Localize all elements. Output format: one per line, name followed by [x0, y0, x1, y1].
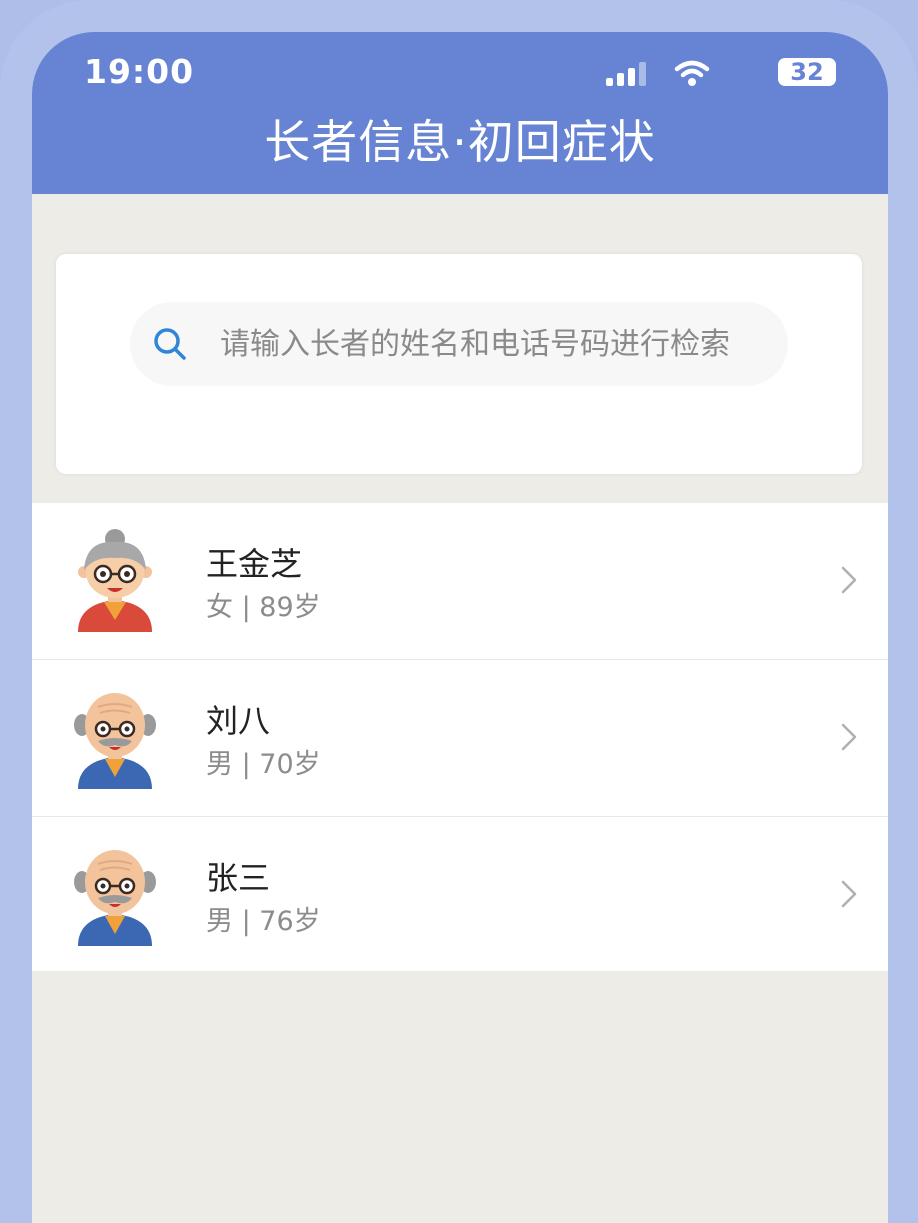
page-title: 长者信息·初回症状 [264, 115, 656, 169]
elder-item[interactable]: 张三 男 | 76岁 [32, 817, 888, 971]
app-header: 19:00 32 长者信息·初回症状 [32, 32, 888, 194]
device-frame: 19:00 32 长者信息·初回症状 请输入长者的姓名和电话号码进行检索 王金芝… [0, 0, 918, 1223]
elder-item[interactable]: 刘八 男 | 70岁 [32, 660, 888, 817]
grandmother-avatar [78, 529, 152, 632]
wifi-icon [674, 60, 710, 86]
chevron-right-icon [841, 566, 857, 594]
elder-list: 王金芝 女 | 89岁 刘八 男 | 70岁 张三 男 | 76岁 [32, 503, 888, 971]
elder-item[interactable]: 王金芝 女 | 89岁 [32, 503, 888, 660]
elder-name: 王金芝 [206, 545, 303, 583]
phone-screen: 19:00 32 长者信息·初回症状 请输入长者的姓名和电话号码进行检索 王金芝… [32, 32, 888, 1223]
status-time: 19:00 [84, 52, 195, 91]
elder-name: 刘八 [206, 702, 271, 740]
chevron-right-icon [841, 723, 857, 751]
signal-icon [606, 62, 652, 86]
elder-name: 张三 [206, 859, 271, 897]
elder-meta: 男 | 70岁 [206, 749, 321, 780]
elder-meta: 女 | 89岁 [206, 592, 321, 623]
search-card [56, 254, 862, 474]
elder-meta: 男 | 76岁 [206, 906, 321, 937]
search-bar[interactable] [130, 302, 788, 386]
grandfather-avatar [74, 850, 156, 946]
chevron-right-icon [841, 880, 857, 908]
battery-icon: 32 [778, 58, 836, 86]
grandfather-avatar [74, 693, 156, 789]
search-input[interactable] [220, 302, 788, 386]
search-icon [154, 328, 186, 360]
